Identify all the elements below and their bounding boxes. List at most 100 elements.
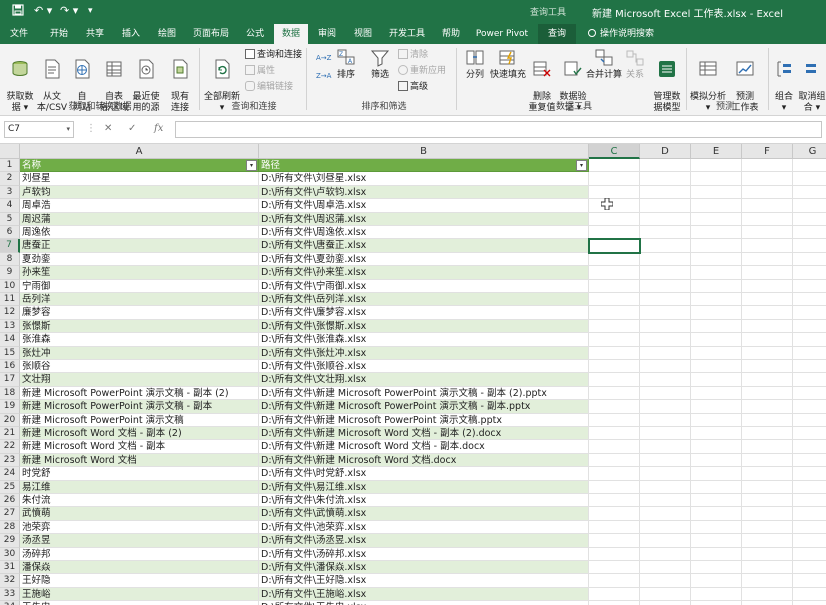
select-all-corner[interactable] xyxy=(0,144,20,159)
empty-cell[interactable] xyxy=(640,333,691,347)
path-cell[interactable]: D:\所有文件\王施峪.xlsx xyxy=(259,587,589,602)
manage-data-model-button[interactable]: 管理数 据模型 xyxy=(652,48,682,114)
empty-cell[interactable] xyxy=(589,373,640,387)
empty-cell[interactable] xyxy=(589,252,640,267)
tab-help[interactable]: 帮助 xyxy=(436,24,466,44)
empty-cell[interactable] xyxy=(691,185,742,200)
empty-cell[interactable] xyxy=(640,172,691,186)
name-cell[interactable]: 汤丞昱 xyxy=(20,534,259,548)
tab-insert[interactable]: 插入 xyxy=(116,24,146,44)
empty-cell[interactable] xyxy=(742,360,793,374)
name-cell[interactable]: 新建 Microsoft PowerPoint 演示文稿 - 副本 xyxy=(20,400,259,414)
empty-cell[interactable] xyxy=(742,373,793,387)
empty-cell[interactable] xyxy=(793,440,826,454)
empty-cell[interactable] xyxy=(640,480,691,494)
empty-cell[interactable] xyxy=(691,212,742,226)
row-header[interactable]: 15 xyxy=(0,346,20,360)
empty-cell[interactable] xyxy=(640,252,691,267)
path-cell[interactable]: D:\所有文件\张淮森.xlsx xyxy=(259,333,589,347)
name-cell[interactable]: 张憬斯 xyxy=(20,319,259,334)
empty-cell[interactable] xyxy=(793,427,826,441)
empty-cell[interactable] xyxy=(742,252,793,267)
name-cell[interactable]: 武憤萌 xyxy=(20,507,259,521)
row-header[interactable]: 5 xyxy=(0,212,20,226)
name-cell[interactable]: 宁雨御 xyxy=(20,279,259,293)
filter-dropdown-icon[interactable]: ▾ xyxy=(576,160,587,171)
empty-cell[interactable] xyxy=(793,293,826,307)
empty-cell[interactable] xyxy=(589,279,640,293)
row-header[interactable]: 26 xyxy=(0,494,20,508)
name-cell[interactable]: 汤碎邦 xyxy=(20,547,259,561)
cancel-entry-icon[interactable]: ✕ xyxy=(104,123,112,134)
row-header[interactable]: 3 xyxy=(0,185,20,200)
row-header[interactable]: 17 xyxy=(0,373,20,387)
name-cell[interactable]: 孙来笙 xyxy=(20,266,259,280)
empty-cell[interactable] xyxy=(742,440,793,454)
empty-cell[interactable] xyxy=(691,601,742,605)
empty-cell[interactable] xyxy=(589,413,640,427)
empty-cell[interactable] xyxy=(691,306,742,320)
empty-cell[interactable] xyxy=(742,547,793,561)
row-header[interactable]: 27 xyxy=(0,507,20,521)
empty-cell[interactable] xyxy=(742,534,793,548)
empty-cell[interactable] xyxy=(640,413,691,427)
empty-cell[interactable] xyxy=(793,507,826,521)
empty-cell[interactable] xyxy=(640,601,691,605)
empty-cell[interactable] xyxy=(793,186,826,200)
row-header[interactable]: 20 xyxy=(0,413,20,427)
empty-cell[interactable] xyxy=(793,414,826,427)
empty-cell[interactable] xyxy=(589,360,640,374)
empty-cell[interactable] xyxy=(589,306,640,320)
empty-cell[interactable] xyxy=(589,266,640,280)
empty-cell[interactable] xyxy=(691,199,742,213)
empty-cell[interactable] xyxy=(793,534,826,548)
empty-cell[interactable] xyxy=(640,293,691,307)
empty-cell[interactable] xyxy=(589,480,640,494)
path-cell[interactable]: D:\所有文件\新建 Microsoft Word 文档 - 副本 (2).do… xyxy=(259,427,589,441)
empty-cell[interactable] xyxy=(640,226,691,240)
empty-cell[interactable] xyxy=(640,520,691,535)
path-cell[interactable]: D:\所有文件\池荣弈.xlsx xyxy=(259,520,589,535)
consolidate-button[interactable]: 合并计算 xyxy=(586,48,622,81)
tab-file[interactable]: 文件 xyxy=(4,24,34,44)
filter-button[interactable]: 筛选 xyxy=(368,48,392,81)
empty-cell[interactable] xyxy=(640,534,691,548)
column-header-d[interactable]: D xyxy=(640,144,691,159)
empty-cell[interactable] xyxy=(691,547,742,561)
save-icon[interactable] xyxy=(12,4,24,19)
empty-cell[interactable] xyxy=(640,587,691,602)
name-cell[interactable]: 廉梦容 xyxy=(20,306,259,320)
clear-filter-button[interactable]: 清除 xyxy=(398,49,428,61)
empty-cell[interactable] xyxy=(691,239,742,253)
empty-cell[interactable] xyxy=(793,280,826,293)
name-cell[interactable]: 张淮森 xyxy=(20,333,259,347)
name-cell[interactable]: 周卓浩 xyxy=(20,199,259,213)
row-header[interactable]: 21 xyxy=(0,427,20,441)
empty-cell[interactable] xyxy=(640,427,691,441)
path-cell[interactable]: D:\所有文件\张顺谷.xlsx xyxy=(259,360,589,374)
active-cell-selection[interactable] xyxy=(588,238,641,254)
empty-cell[interactable] xyxy=(589,333,640,347)
empty-cell[interactable] xyxy=(589,226,640,240)
empty-cell[interactable] xyxy=(742,413,793,427)
tab-share[interactable]: 共享 xyxy=(80,24,110,44)
insert-function-icon[interactable]: fx xyxy=(154,123,163,134)
row-header[interactable]: 32 xyxy=(0,574,20,588)
row-header[interactable]: 25 xyxy=(0,480,20,494)
path-cell[interactable]: D:\所有文件\新建 Microsoft PowerPoint 演示文稿.ppt… xyxy=(259,413,589,427)
empty-cell[interactable] xyxy=(742,453,793,468)
ungroup-rows-button[interactable]: 取消组 合 ▾ xyxy=(798,48,826,114)
empty-cell[interactable] xyxy=(742,185,793,200)
empty-cell[interactable] xyxy=(640,319,691,334)
tab-formulas[interactable]: 公式 xyxy=(240,24,270,44)
empty-cell[interactable] xyxy=(793,561,826,575)
empty-cell[interactable] xyxy=(589,319,640,334)
empty-cell[interactable] xyxy=(640,494,691,508)
advanced-filter-button[interactable]: 高级 xyxy=(398,81,428,93)
empty-cell[interactable] xyxy=(793,588,826,602)
empty-cell[interactable] xyxy=(793,521,826,535)
empty-cell[interactable] xyxy=(691,279,742,293)
sort-button[interactable]: ZA 排序 xyxy=(334,48,358,81)
empty-cell[interactable] xyxy=(691,440,742,454)
empty-cell[interactable] xyxy=(793,373,826,387)
